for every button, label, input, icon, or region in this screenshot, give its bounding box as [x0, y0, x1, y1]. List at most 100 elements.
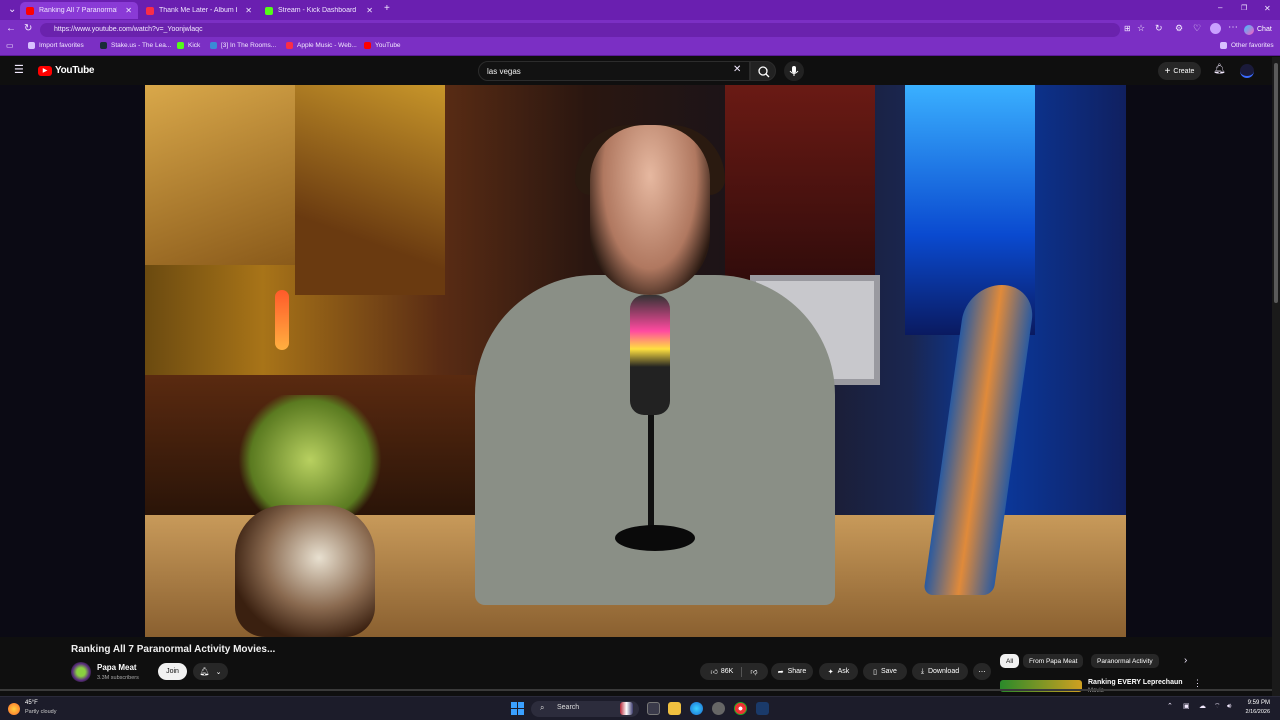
voice-search-button[interactable] — [784, 61, 804, 81]
app-available-icon[interactable]: ⊞ — [1124, 25, 1131, 33]
extensions-icon[interactable]: ⚙ — [1175, 24, 1183, 33]
hamburger-menu-icon[interactable]: ☰ — [14, 65, 24, 76]
search-input[interactable]: las vegas — [478, 61, 750, 81]
tray-app-icon[interactable]: ▣ — [1183, 703, 1190, 710]
tab-apple-music[interactable]: Thank Me Later - Album by Drake ✕ — [140, 2, 258, 19]
bookmark-import-favorites[interactable]: Import favorites — [28, 42, 84, 49]
like-button[interactable]: 👍︎ 86K — [711, 667, 734, 676]
chevron-right-icon[interactable]: › — [1184, 656, 1187, 666]
sparkle-icon: ✦ — [827, 668, 834, 676]
stake-icon — [100, 42, 107, 49]
youtube-logo[interactable]: ▶ YouTube — [38, 65, 95, 76]
bookmark-label: Import favorites — [39, 42, 84, 49]
copilot-chat-button[interactable]: Chat — [1244, 22, 1272, 37]
back-icon[interactable]: ← — [6, 24, 16, 34]
youtube-play-icon: ▶ — [38, 65, 52, 76]
restore-icon[interactable]: ❐ — [1241, 5, 1247, 12]
share-label: Share — [787, 668, 807, 675]
profile-avatar[interactable] — [1210, 23, 1221, 34]
bookmark-stake[interactable]: Stake.us - The Lea... — [100, 42, 171, 49]
refresh-icon[interactable]: ↻ — [24, 24, 32, 34]
more-menu-icon[interactable]: ⋯ — [1228, 23, 1238, 33]
video-player[interactable] — [0, 85, 1272, 637]
channel-avatar[interactable] — [71, 662, 91, 682]
subscription-bell-button[interactable]: 🔔︎ ⌄ — [193, 663, 228, 680]
bookmark-label: Stake.us - The Lea... — [111, 42, 172, 49]
search-icon — [758, 66, 770, 78]
lava-lamp — [275, 290, 289, 350]
chrome-icon[interactable] — [734, 702, 747, 715]
youtube-icon — [364, 42, 371, 49]
favorites-icon[interactable]: ♡ — [1193, 24, 1201, 33]
close-tab-icon[interactable]: ✕ — [245, 6, 252, 15]
notifications-bell-icon[interactable]: 🔔︎ — [1213, 65, 1226, 75]
save-button[interactable]: ▯ Save — [863, 663, 907, 680]
bookmark-in-the-rooms[interactable]: [3] In The Rooms... — [210, 42, 276, 49]
tab-youtube[interactable]: Ranking All 7 Paranormal Acti ✕ — [20, 2, 138, 19]
video-progress-bar[interactable] — [0, 689, 1272, 691]
clear-search-icon[interactable]: ✕ — [733, 65, 741, 75]
poster-red — [725, 85, 875, 305]
minimize-icon[interactable]: – — [1218, 4, 1222, 12]
chip-paranormal-activity[interactable]: Paranormal Activity — [1091, 654, 1159, 668]
kick-favicon-icon — [265, 6, 273, 15]
clock-date[interactable]: 2/16/2026 — [1240, 709, 1270, 715]
favorite-star-icon[interactable]: ☆ — [1137, 24, 1145, 33]
flag-widget-icon[interactable] — [620, 702, 633, 715]
weather-icon — [8, 703, 20, 715]
download-button[interactable]: ⤓ Download — [912, 663, 968, 680]
divider — [741, 666, 743, 677]
bookmark-youtube[interactable]: YouTube — [364, 42, 401, 49]
share-button[interactable]: ➦ Share — [771, 663, 813, 680]
related-more-icon[interactable]: ⋮ — [1193, 679, 1202, 688]
bookmark-apple-music[interactable]: Apple Music - Web... — [286, 42, 357, 49]
search-button[interactable] — [750, 61, 776, 81]
new-tab-icon[interactable]: + — [384, 4, 390, 14]
thumbs-down-icon[interactable]: 👎︎ — [750, 667, 757, 676]
chip-from-papa-meat[interactable]: From Papa Meat — [1023, 654, 1084, 668]
search-icon: ⌕ — [540, 703, 545, 712]
poster-wicker-man — [145, 85, 295, 265]
related-video-title[interactable]: Ranking EVERY Leprechaun — [1088, 679, 1183, 686]
page-scrollbar[interactable] — [1272, 57, 1280, 696]
tray-chevron-up-icon[interactable]: ⌃ — [1167, 703, 1173, 710]
tray-onedrive-icon[interactable]: ☁ — [1199, 703, 1206, 710]
task-view-icon[interactable] — [647, 702, 660, 715]
address-bar[interactable]: https://www.youtube.com/watch?v=_Yoonjwl… — [40, 23, 1120, 37]
microphone — [630, 295, 670, 415]
windows-start-icon[interactable] — [511, 702, 524, 715]
steam-icon[interactable] — [756, 702, 769, 715]
account-avatar[interactable] — [1240, 64, 1254, 78]
subscriber-count: 3.3M subscribers — [97, 675, 139, 681]
scrollbar-thumb[interactable] — [1274, 63, 1278, 303]
thumbs-up-icon: 👍︎ — [710, 669, 718, 676]
close-tab-icon[interactable]: ✕ — [366, 6, 373, 15]
weather-temp[interactable]: 45°F — [25, 700, 38, 706]
create-button[interactable]: + Create — [1158, 62, 1201, 80]
tab-kick[interactable]: Stream - Kick Dashboard ✕ — [259, 2, 379, 19]
taskbar-search-label: Search — [557, 704, 580, 711]
skull-pot — [235, 505, 375, 637]
edge-browser-icon[interactable] — [690, 702, 703, 715]
tab-list-icon[interactable]: ⌄ — [8, 5, 16, 15]
chip-all[interactable]: All — [1000, 654, 1020, 668]
bookmark-kick[interactable]: Kick — [177, 42, 200, 49]
close-tab-icon[interactable]: ✕ — [125, 6, 132, 15]
more-actions-button[interactable]: ⋯ — [973, 663, 991, 680]
clock-time[interactable]: 9:59 PM — [1246, 700, 1270, 706]
apple-music-icon — [286, 42, 293, 49]
volume-icon[interactable]: 🔊︎ — [1227, 703, 1231, 710]
join-button[interactable]: Join — [158, 663, 187, 680]
ask-button[interactable]: ✦ Ask — [819, 663, 858, 680]
youtube-favicon-icon — [26, 6, 34, 15]
file-explorer-icon[interactable] — [668, 702, 681, 715]
channel-name[interactable]: Papa Meat — [97, 663, 137, 672]
close-window-icon[interactable]: ✕ — [1264, 5, 1271, 13]
refresh-extension-icon[interactable]: ↻ — [1155, 24, 1163, 33]
folder-icon — [1220, 42, 1227, 49]
wifi-icon[interactable]: ⌔ — [1214, 703, 1221, 710]
settings-icon[interactable] — [712, 702, 725, 715]
other-favorites[interactable]: Other favorites — [1220, 42, 1274, 49]
collections-icon[interactable]: ▭ — [6, 42, 14, 50]
bookmark-label: Apple Music - Web... — [297, 42, 357, 49]
